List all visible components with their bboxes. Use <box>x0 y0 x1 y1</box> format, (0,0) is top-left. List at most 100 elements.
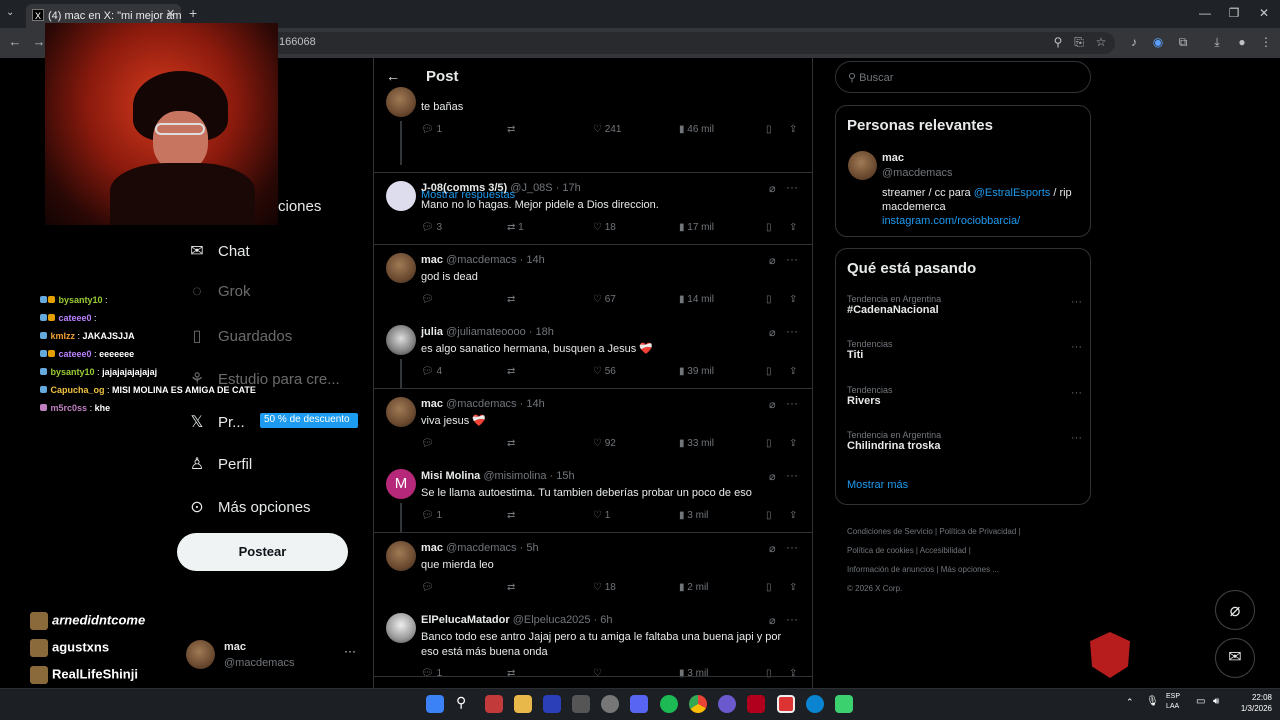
retweet-icon[interactable]: ⇄ <box>507 582 515 593</box>
trend-more-icon[interactable]: ··· <box>1071 387 1082 399</box>
tweet-author[interactable]: mac <box>421 254 443 266</box>
views-icon[interactable]: ▮ 17 mil <box>679 222 714 233</box>
network-icon[interactable]: ▭ <box>1196 696 1205 707</box>
reply-icon[interactable]: 💬︎ 3 <box>421 222 442 233</box>
tweet-author[interactable]: ElPelucaMatador <box>421 614 510 626</box>
views-icon[interactable]: ▮ 46 mil <box>679 124 714 135</box>
tweet-author[interactable]: Misi Molina <box>421 470 480 482</box>
tweet-avatar[interactable] <box>386 181 416 211</box>
bookmark-icon[interactable]: ▯ <box>766 438 772 449</box>
tweet-avatar[interactable] <box>386 325 416 355</box>
like-icon[interactable]: ♡ 92 <box>593 438 616 449</box>
tweet-author[interactable]: julia <box>421 326 443 338</box>
footer-link[interactable]: Política de cookies <box>847 546 914 555</box>
chrome-icon[interactable] <box>689 695 707 713</box>
back-icon[interactable]: ← <box>6 34 24 49</box>
tweet-avatar[interactable] <box>386 87 416 117</box>
like-icon[interactable]: ♡ 1 <box>593 510 610 521</box>
spotify-icon[interactable] <box>660 695 678 713</box>
start-icon[interactable] <box>426 695 444 713</box>
tweet-author[interactable]: mac <box>421 398 443 410</box>
tweet-avatar[interactable] <box>386 613 416 643</box>
reply-icon[interactable]: 💬︎ 4 <box>421 366 442 377</box>
grok-explain-icon[interactable]: ⌀ <box>769 614 776 627</box>
tweet[interactable]: mac @macdemacs · 14h ⌀ ··· god is dead 💬︎ ⇄ … <box>374 245 812 317</box>
retweet-icon[interactable]: ⇄ 1 <box>507 222 524 233</box>
views-icon[interactable]: ▮ 39 mil <box>679 366 714 377</box>
clock[interactable]: 22:08 1/3/2026 <box>1240 692 1272 714</box>
trend-more-icon[interactable]: ··· <box>1071 432 1082 444</box>
tweet-more-icon[interactable]: ··· <box>786 324 798 338</box>
retweet-icon[interactable]: ⇄ <box>507 366 515 377</box>
footer-link[interactable]: Más opciones ... <box>941 565 999 574</box>
reply-icon[interactable]: 💬︎ <box>421 582 434 593</box>
tweet-author[interactable]: mac <box>421 542 443 554</box>
grok-explain-icon[interactable]: ⌀ <box>769 182 776 195</box>
tray-chevron-icon[interactable]: ⌃ <box>1126 697 1134 708</box>
extension-icon[interactable]: ◉ <box>1150 35 1166 49</box>
share-icon[interactable]: ⇪ <box>789 366 797 377</box>
tweet[interactable]: J-08(comms 3/5) @J_08S · 17h ⌀ ··· Mano no … <box>374 173 812 245</box>
tweet-more-icon[interactable]: ··· <box>786 540 798 554</box>
trend-more-icon[interactable]: ··· <box>1071 341 1082 353</box>
share-icon[interactable]: ⇪ <box>789 510 797 521</box>
trend-item[interactable]: Tendencias Rivers ··· <box>847 385 1082 407</box>
tab-search-icon[interactable]: ⌄ <box>6 7 14 18</box>
tweet-more-icon[interactable]: ··· <box>786 612 798 626</box>
retweet-icon[interactable]: ⇄ <box>507 668 515 679</box>
grok-explain-icon[interactable]: ⌀ <box>769 254 776 267</box>
media-icon[interactable]: ♪ <box>1126 35 1142 49</box>
trend-item[interactable]: Tendencia en Argentina Chilindrina trosk… <box>847 430 1082 452</box>
footer-link[interactable]: Accesibilidad <box>920 546 967 555</box>
like-icon[interactable]: ♡ 18 <box>593 222 616 233</box>
share-icon[interactable]: ⇪ <box>789 668 797 679</box>
retweet-icon[interactable]: ⇄ <box>507 438 515 449</box>
messages-float-icon[interactable]: ✉ <box>1215 638 1255 678</box>
search-taskbar-icon[interactable]: ⚲ <box>456 694 466 711</box>
like-icon[interactable]: ♡ 56 <box>593 366 616 377</box>
bookmark-icon[interactable]: ▯ <box>766 582 772 593</box>
nav-grok[interactable]: ◌ Grok <box>186 283 250 307</box>
nav-more[interactable]: ⊙ Más opciones <box>186 497 310 521</box>
views-icon[interactable]: ▮ 2 mil <box>679 582 708 593</box>
app-v-icon[interactable] <box>543 695 561 713</box>
account-more-icon[interactable]: ··· <box>344 644 356 658</box>
profile-icon[interactable]: ● <box>1234 35 1250 49</box>
post-button[interactable]: Postear <box>177 533 348 571</box>
tweet-more-icon[interactable]: ··· <box>786 180 798 194</box>
like-icon[interactable]: ♡ <box>593 668 602 679</box>
like-icon[interactable]: ♡ 67 <box>593 294 616 305</box>
bookmark-icon[interactable]: ▯ <box>766 510 772 521</box>
bookmark-icon[interactable]: ▯ <box>766 222 772 233</box>
grok-explain-icon[interactable]: ⌀ <box>769 398 776 411</box>
bio-url-link[interactable]: instagram.com/rociobbarcia/ <box>882 215 1020 227</box>
share-icon[interactable]: ⇪ <box>789 124 797 135</box>
share-icon[interactable]: ⇪ <box>789 222 797 233</box>
reply-icon[interactable]: 💬︎ 1 <box>421 510 442 521</box>
bookmark-icon[interactable]: ▯ <box>766 124 772 135</box>
relevant-avatar[interactable] <box>848 151 877 180</box>
search-input[interactable]: ⚲ Buscar <box>835 61 1091 93</box>
tweet[interactable]: julia @juliamateoooo · 18h ⌀ ··· es algo sa… <box>374 317 812 389</box>
tweet[interactable]: M Misi Molina @misimolina · 15h ⌀ ··· Se le … <box>374 461 812 533</box>
menu-kebab-icon[interactable]: ⋮ <box>1258 35 1274 49</box>
tweet[interactable]: mac @macdemacs · 5h ⌀ ··· que mierda leo 💬︎ … <box>374 533 812 605</box>
reply-icon[interactable]: 💬︎ <box>421 438 434 449</box>
account-switcher[interactable]: mac @macdemacs ··· <box>186 640 366 676</box>
retweet-icon[interactable]: ⇄ <box>507 124 515 135</box>
views-icon[interactable]: ▮ 33 mil <box>679 438 714 449</box>
tweet-avatar[interactable] <box>386 397 416 427</box>
nav-profile[interactable]: ♙ Perfil <box>186 454 252 478</box>
relevant-name[interactable]: mac <box>882 152 904 164</box>
tweet[interactable]: ElPelucaMatador @Elpeluca2025 · 6h ⌀ ··· Ba… <box>374 605 812 679</box>
nav-bookmarks[interactable]: ▯ Guardados <box>186 326 293 350</box>
reply-icon[interactable]: 💬︎ 1 <box>421 668 442 679</box>
app-icon[interactable] <box>777 695 795 713</box>
tweet-avatar[interactable]: M <box>386 469 416 499</box>
trend-item[interactable]: Tendencia en Argentina #CadenaNacional ·… <box>847 294 1082 316</box>
views-icon[interactable]: ▮ 3 mil <box>679 668 708 679</box>
install-icon[interactable]: ⎘ <box>1071 35 1087 50</box>
nav-chat[interactable]: ✉ Chat <box>186 241 249 265</box>
reply-icon[interactable]: 💬︎ 1 <box>421 124 442 135</box>
app-icon[interactable] <box>572 695 590 713</box>
